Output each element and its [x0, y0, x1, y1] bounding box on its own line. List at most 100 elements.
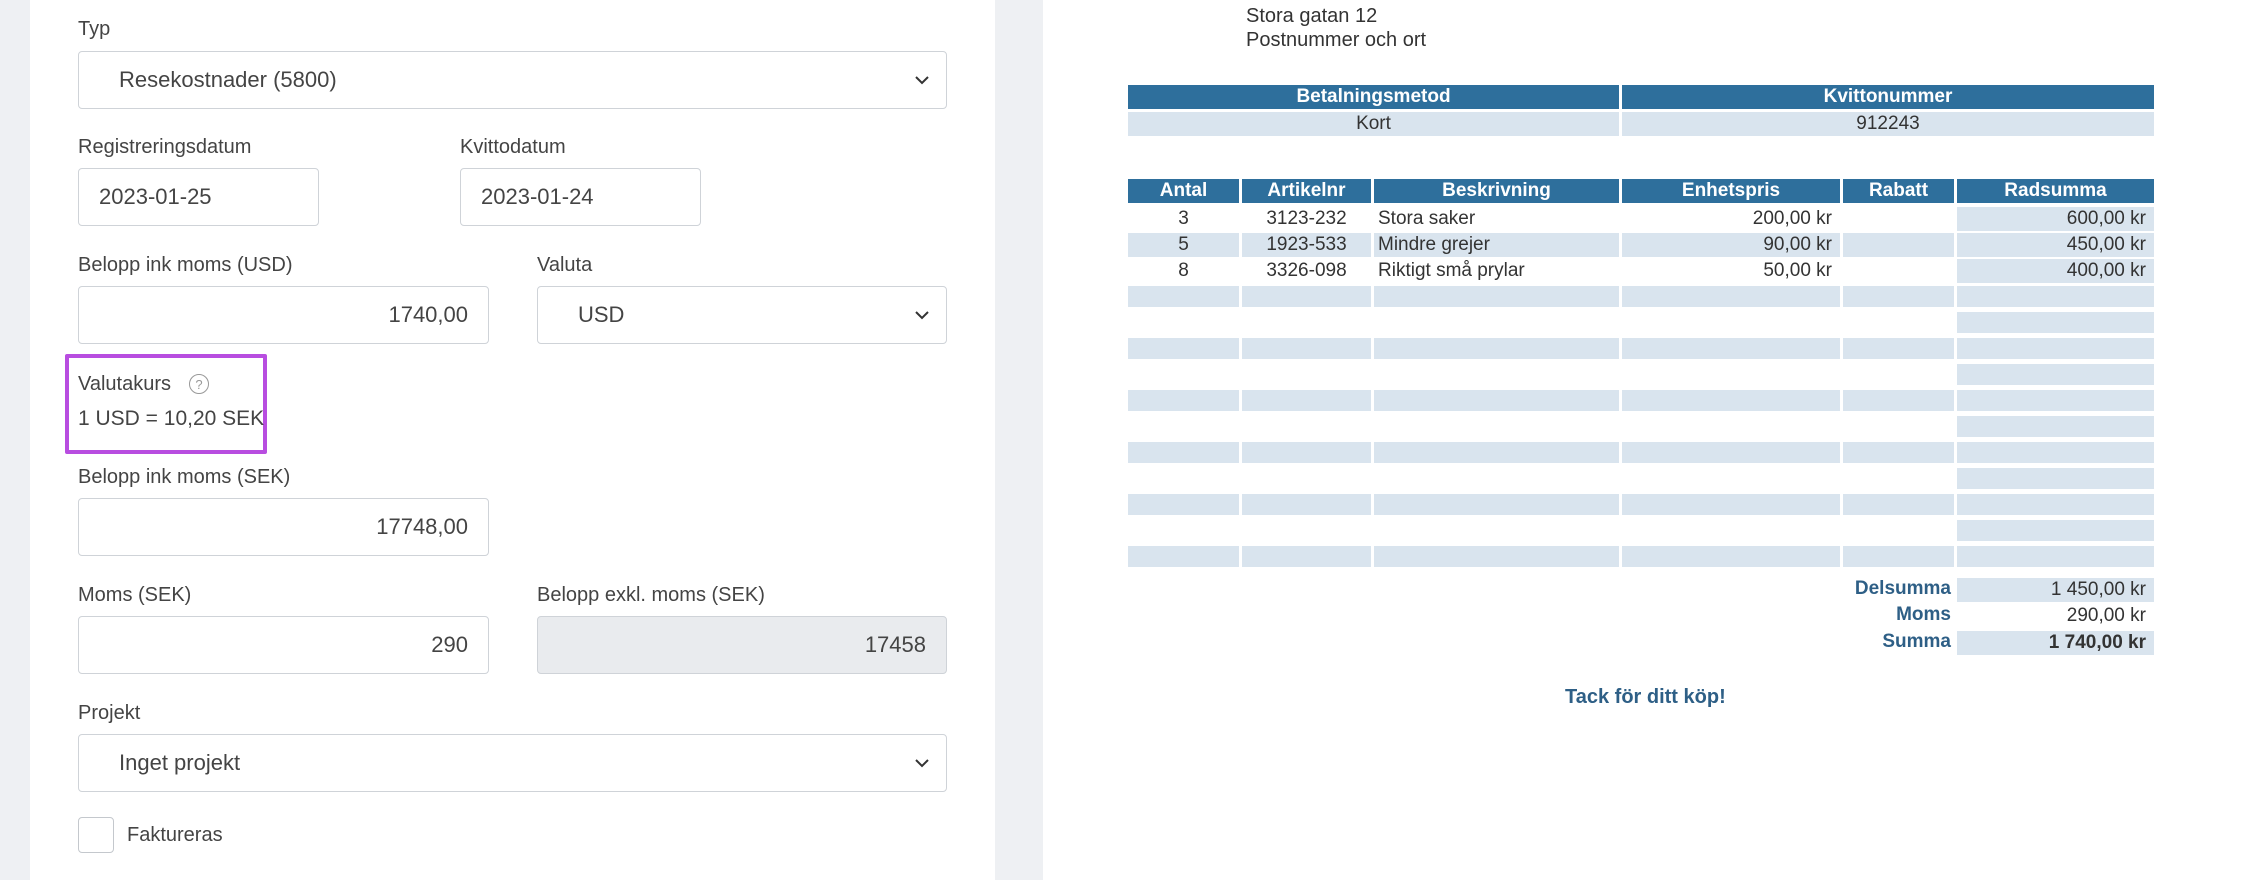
- table-cell-artikelnr: 1923-533: [1242, 233, 1371, 257]
- belopp-exkl-label: Belopp exkl. moms (SEK): [537, 584, 765, 606]
- table-cell-artikelnr: 3326-098: [1266, 260, 1347, 281]
- belopp-usd-label: Belopp ink moms (USD): [78, 254, 293, 276]
- table-cell-antal: 8: [1178, 260, 1189, 281]
- table-cell-enhetspris: 50,00 kr: [1763, 260, 1832, 281]
- address-line-2: Postnummer och ort: [1246, 29, 1427, 51]
- empty-table-cell: [1374, 286, 1619, 307]
- kvittodatum-input[interactable]: 2023-01-24: [460, 168, 701, 226]
- empty-table-cell: [1622, 286, 1840, 307]
- column-header-rabatt: Rabatt: [1843, 179, 1954, 203]
- moms-total-value: 290,00 kr: [2066, 605, 2146, 626]
- column-header-antal: Antal: [1128, 179, 1239, 203]
- address-line-1: Stora gatan 12: [1246, 5, 1378, 27]
- empty-table-cell: [1242, 286, 1371, 307]
- receipt-number-value: 912243: [1622, 112, 2154, 136]
- empty-table-cell: [1374, 442, 1619, 463]
- chevron-down-icon: [912, 70, 932, 90]
- faktureras-label: Faktureras: [127, 824, 223, 846]
- delsumma-label: Delsumma: [1854, 578, 1951, 599]
- empty-table-cell: [1242, 338, 1371, 359]
- valuta-select[interactable]: USD: [537, 286, 947, 344]
- registreringsdatum-label: Registreringsdatum: [78, 136, 252, 158]
- projekt-label: Projekt: [78, 702, 141, 724]
- payment-method-value: Kort: [1128, 112, 1619, 136]
- empty-table-cell: [1957, 364, 2154, 385]
- table-cell-antal: 3: [1178, 208, 1189, 229]
- table-cell-rabatt: [1843, 259, 1954, 283]
- empty-table-cell: [1622, 338, 1840, 359]
- empty-table-cell: [1128, 442, 1239, 463]
- empty-table-cell: [1957, 442, 2154, 463]
- empty-table-cell: [1242, 390, 1371, 411]
- empty-table-cell: [1242, 546, 1371, 567]
- empty-table-cell: [1957, 286, 2154, 307]
- empty-table-cell: [1843, 494, 1954, 515]
- empty-table-cell: [1242, 442, 1371, 463]
- empty-table-cell: [1957, 546, 2154, 567]
- empty-table-cell: [1622, 546, 1840, 567]
- empty-table-cell: [1622, 390, 1840, 411]
- empty-table-cell: [1957, 338, 2154, 359]
- empty-table-cell: [1843, 286, 1954, 307]
- empty-table-cell: [1374, 546, 1619, 567]
- projekt-value: Inget projekt: [119, 750, 241, 775]
- empty-table-cell: [1128, 494, 1239, 515]
- summa-label: Summa: [1882, 631, 1951, 652]
- moms-total-label: Moms: [1896, 604, 1951, 625]
- table-cell-artikelnr: 3123-232: [1266, 208, 1347, 229]
- table-cell-rabatt: [1843, 233, 1954, 257]
- empty-table-cell: [1957, 390, 2154, 411]
- table-cell-beskrivning: Riktigt små prylar: [1378, 260, 1525, 281]
- belopp-sek-input[interactable]: 17748,00: [78, 498, 489, 556]
- table-cell-radsumma: 450,00 kr: [1957, 233, 2154, 257]
- empty-table-cell: [1374, 390, 1619, 411]
- empty-table-cell: [1957, 416, 2154, 437]
- empty-table-cell: [1843, 442, 1954, 463]
- table-cell-enhetspris: 200,00 kr: [1752, 208, 1832, 229]
- table-cell-antal: 5: [1128, 233, 1239, 257]
- moms-input[interactable]: 290: [78, 616, 489, 674]
- kvittodatum-label: Kvittodatum: [460, 136, 566, 158]
- valuta-label: Valuta: [537, 254, 593, 276]
- moms-label: Moms (SEK): [78, 584, 192, 606]
- empty-table-cell: [1843, 546, 1954, 567]
- faktureras-checkbox[interactable]: [78, 817, 114, 853]
- help-icon[interactable]: ?: [189, 374, 209, 394]
- valutakurs-value: 1 USD = 10,20 SEK: [78, 407, 265, 430]
- chevron-down-icon: [912, 753, 932, 773]
- empty-table-cell: [1128, 546, 1239, 567]
- column-header-beskrivning: Beskrivning: [1374, 179, 1619, 203]
- column-header-enhetspris: Enhetspris: [1622, 179, 1840, 203]
- empty-table-cell: [1374, 338, 1619, 359]
- valuta-value: USD: [578, 302, 625, 327]
- empty-table-cell: [1957, 468, 2154, 489]
- table-cell-beskrivning: Stora saker: [1378, 208, 1476, 229]
- empty-table-cell: [1957, 312, 2154, 333]
- table-cell-radsumma: 600,00 kr: [1957, 207, 2154, 231]
- table-cell-beskrivning: Mindre grejer: [1374, 233, 1619, 257]
- belopp-usd-input[interactable]: 1740,00: [78, 286, 489, 344]
- empty-table-cell: [1843, 338, 1954, 359]
- projekt-select[interactable]: Inget projekt: [78, 734, 947, 792]
- empty-table-cell: [1957, 494, 2154, 515]
- belopp-sek-label: Belopp ink moms (SEK): [78, 466, 291, 488]
- column-header-artikelnr: Artikelnr: [1242, 179, 1371, 203]
- empty-table-cell: [1128, 286, 1239, 307]
- typ-label: Typ: [78, 18, 111, 40]
- summa-value: 1 740,00 kr: [1957, 631, 2154, 655]
- valutakurs-label: Valutakurs: [78, 373, 172, 395]
- typ-select[interactable]: Resekostnader (5800): [78, 51, 947, 109]
- chevron-down-icon: [912, 305, 932, 325]
- valutakurs-highlight-box: [65, 354, 267, 454]
- registreringsdatum-input[interactable]: 2023-01-25: [78, 168, 319, 226]
- empty-table-cell: [1957, 520, 2154, 541]
- empty-table-cell: [1843, 390, 1954, 411]
- table-cell-radsumma: 400,00 kr: [1957, 259, 2154, 283]
- thank-you-text: Tack för ditt köp!: [1565, 686, 1726, 708]
- delsumma-value: 1 450,00 kr: [1957, 578, 2154, 602]
- table-cell-rabatt: [1843, 207, 1954, 231]
- belopp-exkl-field: 17458: [537, 616, 947, 674]
- column-header-radsumma: Radsumma: [1957, 179, 2154, 203]
- empty-table-cell: [1622, 494, 1840, 515]
- payment-method-header: Betalningsmetod: [1128, 85, 1619, 109]
